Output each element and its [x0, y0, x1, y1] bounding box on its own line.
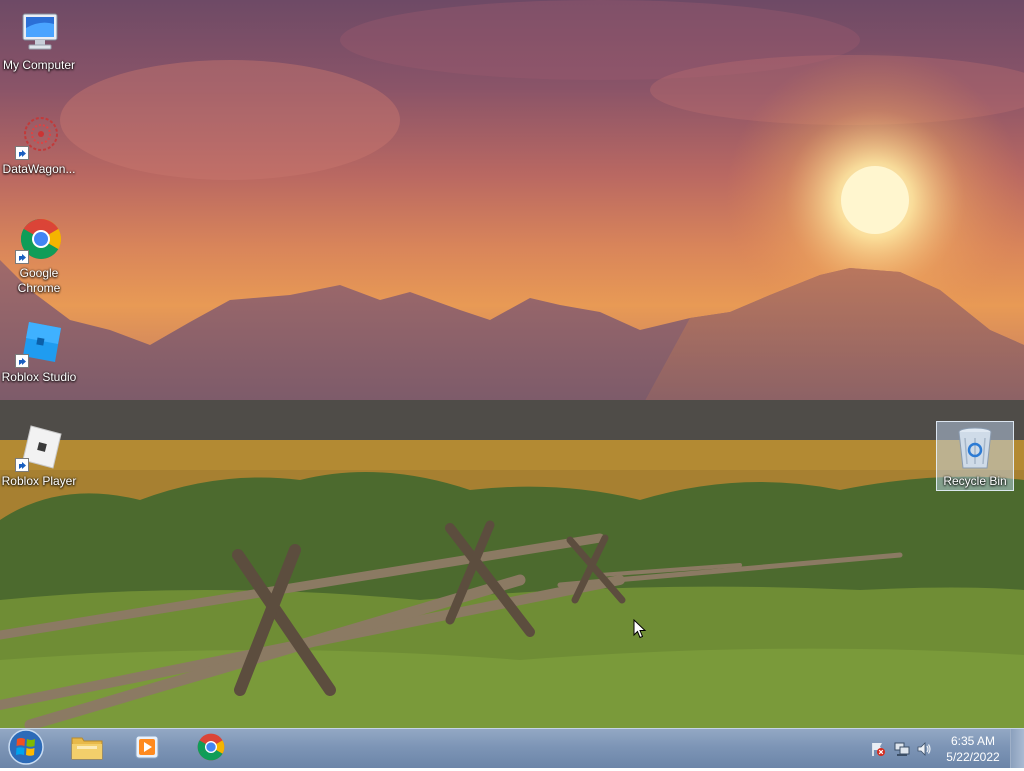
datawagon-icon: [15, 112, 63, 160]
roblox-studio-icon: [15, 320, 63, 368]
desktop-icon-label: Roblox Player: [1, 474, 77, 488]
desktop-icon-label: My Computer: [2, 58, 76, 72]
network-icon[interactable]: [894, 741, 910, 757]
desktop-icon-recycle-bin[interactable]: Recycle Bin: [936, 421, 1014, 491]
recycle-bin-icon: [951, 424, 999, 472]
desktop-icon-roblox-studio[interactable]: Roblox Studio: [0, 320, 78, 385]
start-button[interactable]: [4, 728, 48, 771]
action-center-flag-icon[interactable]: [870, 741, 886, 757]
show-desktop-button[interactable]: [1010, 729, 1024, 768]
desktop-icon-roblox-player[interactable]: Roblox Player: [0, 424, 78, 489]
chrome-icon: [15, 216, 63, 264]
taskbar: 6:35 AM 5/22/2022: [0, 728, 1024, 768]
desktop-icon-my-computer[interactable]: My Computer: [0, 8, 78, 73]
computer-icon: [15, 8, 63, 56]
clock[interactable]: 6:35 AM 5/22/2022: [936, 733, 1010, 765]
windows-logo-icon: [7, 728, 45, 771]
shortcut-arrow-icon: [15, 458, 29, 472]
desktop[interactable]: My Computer DataWagon... Google Chrome R…: [0, 0, 1024, 728]
taskbar-pinned-media-player[interactable]: [120, 731, 174, 767]
media-player-icon: [133, 733, 161, 766]
shortcut-arrow-icon: [15, 250, 29, 264]
chrome-icon: [195, 731, 227, 768]
folder-icon: [71, 733, 103, 766]
desktop-icon-label: Recycle Bin: [943, 474, 1007, 488]
shortcut-arrow-icon: [15, 146, 29, 160]
shortcut-arrow-icon: [15, 354, 29, 368]
desktop-icon-label: Roblox Studio: [1, 370, 77, 384]
system-tray: 6:35 AM 5/22/2022: [864, 729, 1024, 768]
wallpaper: [0, 0, 1024, 728]
desktop-icon-google-chrome[interactable]: Google Chrome: [0, 216, 78, 296]
taskbar-pinned-google-chrome[interactable]: [184, 731, 238, 767]
roblox-player-icon: [15, 424, 63, 472]
desktop-icon-label: DataWagon...: [2, 162, 76, 176]
desktop-icon-label: Google Chrome: [17, 266, 61, 295]
clock-date: 5/22/2022: [946, 750, 1000, 764]
taskbar-pinned-file-explorer[interactable]: [60, 731, 114, 767]
desktop-icon-datawagon[interactable]: DataWagon...: [0, 112, 78, 177]
clock-time: 6:35 AM: [950, 734, 996, 748]
mouse-cursor-icon: [633, 618, 647, 644]
volume-icon[interactable]: [916, 741, 932, 757]
